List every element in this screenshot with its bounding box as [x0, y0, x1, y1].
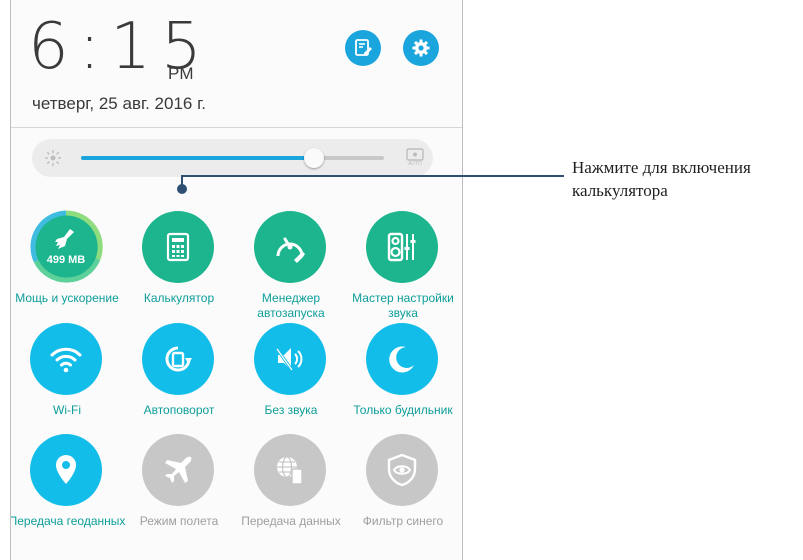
- settings-button[interactable]: [403, 30, 439, 66]
- audio-settings-icon: [386, 231, 418, 263]
- callout-dot: [177, 184, 187, 194]
- edit-icon: [353, 38, 373, 58]
- location-icon: [53, 453, 79, 487]
- tile-label: Калькулятор: [143, 291, 215, 305]
- mobile-data-icon: [274, 454, 306, 486]
- tile-label: Только будильник: [353, 403, 453, 417]
- tile-eye-shield[interactable]: Фильтр синего: [347, 434, 459, 560]
- mute-icon: [274, 344, 306, 374]
- auto-brightness-icon[interactable]: AUTO: [405, 147, 425, 169]
- tile-button[interactable]: [142, 434, 214, 506]
- tile-button[interactable]: [30, 211, 102, 283]
- tile-button[interactable]: [366, 211, 438, 283]
- tile-airplane[interactable]: Режим полета: [123, 434, 235, 560]
- tile-label: Wi-Fi: [53, 403, 81, 417]
- clock-date: четверг, 25 авг. 2016 г.: [32, 94, 206, 113]
- tile-button[interactable]: [254, 323, 326, 395]
- clock-ampm: PM: [168, 64, 194, 83]
- tile-audio-settings[interactable]: Мастер настройки звука: [347, 211, 459, 341]
- tile-broom[interactable]: 499 MB Мощь и ускорение: [11, 210, 123, 341]
- tile-label: Без звука: [264, 403, 318, 417]
- tile-button[interactable]: [142, 323, 214, 395]
- tile-location[interactable]: Передача геоданных: [11, 434, 125, 560]
- auto-label: AUTO: [408, 161, 422, 167]
- brightness-icon: [43, 148, 63, 168]
- airplane-icon: [162, 454, 194, 486]
- tile-button[interactable]: [254, 434, 326, 506]
- tile-label: Мощь и ускорение: [15, 291, 119, 305]
- brightness-slider[interactable]: [81, 148, 384, 168]
- rotate-icon: [161, 342, 195, 376]
- tile-label: Передача данных: [241, 514, 341, 528]
- tile-calculator[interactable]: Калькулятор: [123, 211, 235, 341]
- tile-label: Режим полета: [139, 514, 219, 528]
- brightness-thumb[interactable]: [304, 148, 325, 168]
- edit-button[interactable]: [345, 30, 381, 66]
- brightness-bar: AUTO: [32, 139, 433, 177]
- wifi-icon: [49, 344, 83, 374]
- tile-button[interactable]: [366, 434, 438, 506]
- gear-icon: [411, 38, 431, 58]
- speedometer-icon: [272, 230, 308, 264]
- tile-label: Автоповорот: [143, 403, 215, 417]
- callout-leader: [181, 175, 564, 177]
- eye-shield-icon: [386, 453, 418, 487]
- tile-button[interactable]: [142, 211, 214, 283]
- tile-button[interactable]: [30, 434, 102, 506]
- broom-icon: [52, 227, 80, 251]
- tile-button[interactable]: [254, 211, 326, 283]
- tile-label: Мастер настройки звука: [352, 291, 454, 320]
- calculator-icon: [165, 232, 191, 262]
- tile-label: Фильтр синего: [362, 514, 444, 528]
- quick-settings-panel: 6:15 PM четверг, 25 авг. 2016 г. AUTO 49…: [10, 0, 463, 560]
- tile-label: Менеджер автозапуска: [257, 291, 325, 320]
- tile-speedometer[interactable]: Менеджер автозапуска: [235, 211, 347, 341]
- divider: [11, 127, 462, 128]
- tile-label: Передача геоданных: [10, 514, 126, 528]
- moon-icon: [387, 344, 417, 374]
- tile-button[interactable]: [30, 323, 102, 395]
- tile-mobile-data[interactable]: Передача данных: [235, 434, 347, 560]
- brightness-fill: [81, 156, 315, 160]
- tile-button[interactable]: [366, 323, 438, 395]
- callout-text: Нажмите для включения калькулятора: [572, 158, 751, 200]
